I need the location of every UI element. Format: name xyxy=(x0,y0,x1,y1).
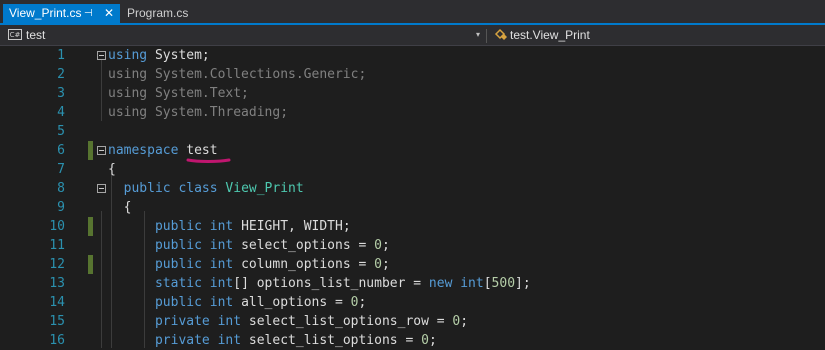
change-marker xyxy=(88,141,93,160)
line-number: 2 xyxy=(57,67,65,82)
pin-icon[interactable]: ⊣ xyxy=(84,4,93,23)
code-line[interactable]: 5 xyxy=(0,122,825,141)
code-text: public int all_options = 0; xyxy=(154,295,367,310)
code-line[interactable]: 10 public int HEIGHT, WIDTH; xyxy=(0,217,825,236)
code-text: private int select_list_options_row = 0; xyxy=(154,314,469,329)
code-line[interactable]: 12 public int column_options = 0; xyxy=(0,255,825,274)
code-line[interactable]: 13 static int[] options_list_number = ne… xyxy=(0,274,825,293)
document-tab-strip: View_Print.cs ⊣ ✕ Program.cs xyxy=(0,0,825,25)
line-number: 9 xyxy=(57,200,65,215)
line-number: 15 xyxy=(49,314,65,329)
tab-view-print[interactable]: View_Print.cs ⊣ ✕ xyxy=(3,4,120,23)
collapse-icon[interactable] xyxy=(97,184,106,193)
line-number: 5 xyxy=(57,124,65,139)
code-line[interactable]: 2 using System.Collections.Generic; xyxy=(0,65,825,84)
code-text: public int column_options = 0; xyxy=(154,257,390,272)
tab-label: Program.cs xyxy=(127,6,189,20)
line-number: 1 xyxy=(57,48,65,63)
tab-label: View_Print.cs xyxy=(9,6,82,20)
code-text: public int select_options = 0; xyxy=(154,238,390,253)
project-label: test xyxy=(26,28,46,42)
code-line[interactable]: 14 public int all_options = 0; xyxy=(0,293,825,312)
code-text: using System.Collections.Generic; xyxy=(108,67,367,82)
code-line[interactable]: 6 namespace test xyxy=(0,141,825,163)
code-line[interactable]: 7{ xyxy=(0,160,825,179)
change-marker xyxy=(88,217,93,236)
line-number: 13 xyxy=(49,276,65,291)
code-text: private int select_list_options = 0; xyxy=(154,333,437,348)
close-icon[interactable]: ✕ xyxy=(104,4,114,23)
line-number: 12 xyxy=(49,257,65,272)
line-number: 8 xyxy=(57,181,65,196)
change-marker xyxy=(88,255,93,274)
code-line[interactable]: 4 using System.Threading; xyxy=(0,103,825,122)
member-label: test.View_Print xyxy=(510,28,590,42)
collapse-icon[interactable] xyxy=(97,51,106,60)
csharp-file-icon: C# xyxy=(8,29,22,40)
divider xyxy=(486,29,487,43)
code-line[interactable]: 3 using System.Text; xyxy=(0,84,825,103)
line-number: 14 xyxy=(49,295,65,310)
code-line[interactable]: 15 private int select_list_options_row =… xyxy=(0,312,825,331)
code-editor[interactable]: 1 using System; 2 using System.Collections.… xyxy=(0,46,825,348)
line-number: 16 xyxy=(49,333,65,348)
code-text: public int HEIGHT, WIDTH; xyxy=(154,219,351,234)
code-text: { xyxy=(123,200,132,215)
line-number: 11 xyxy=(49,238,65,253)
class-icon xyxy=(494,26,508,48)
tab-program[interactable]: Program.cs xyxy=(121,4,194,23)
code-line[interactable]: 1 using System; xyxy=(0,46,825,65)
code-line[interactable]: 8 public class View_Print xyxy=(0,179,825,198)
project-dropdown[interactable]: C# test ▾ xyxy=(4,26,485,44)
line-number: 6 xyxy=(57,143,65,158)
code-line[interactable]: 16 private int select_list_options = 0; xyxy=(0,331,825,350)
code-text: using System.Threading; xyxy=(108,105,289,120)
code-text: static int[] options_list_number = new i… xyxy=(154,276,531,291)
code-line[interactable]: 9 { xyxy=(0,198,825,217)
collapse-icon[interactable] xyxy=(97,146,106,155)
line-number: 10 xyxy=(49,219,65,234)
chevron-down-icon: ▾ xyxy=(476,30,481,39)
code-text: { xyxy=(108,162,116,177)
code-text: using System.Text; xyxy=(108,86,249,101)
line-number: 7 xyxy=(57,162,65,177)
line-number: 4 xyxy=(57,105,65,120)
navigation-bar: C# test ▾ test.View_Print xyxy=(0,25,825,46)
code-line[interactable]: 11 public int select_options = 0; xyxy=(0,236,825,255)
code-text: using System; xyxy=(108,48,210,63)
member-dropdown[interactable]: test.View_Print xyxy=(492,26,822,44)
code-text: public class View_Print xyxy=(123,181,304,196)
line-number: 3 xyxy=(57,86,65,101)
